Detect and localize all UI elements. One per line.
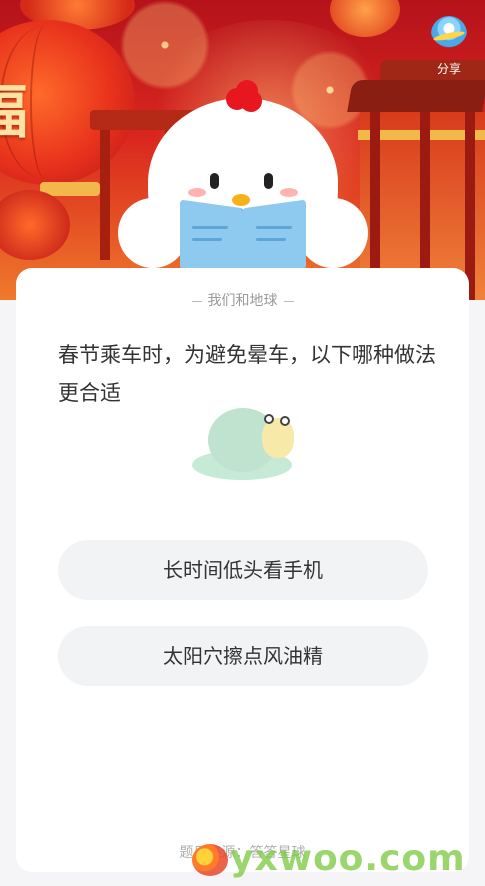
- lantern-lower-decoration: [0, 190, 70, 260]
- divider: [191, 300, 202, 302]
- gate-post: [100, 130, 110, 260]
- pillar: [465, 112, 475, 300]
- snail-icon: [192, 404, 302, 484]
- question-text: 春节乘车时，为避免晕车，以下哪种做法更合适: [58, 343, 436, 405]
- source-label: 我们和地球: [207, 293, 278, 309]
- lantern-small-decoration: [330, 0, 400, 37]
- divider: [283, 300, 294, 302]
- answer-option-1[interactable]: 长时间低头看手机: [58, 540, 428, 600]
- lantern-rib: [30, 26, 60, 179]
- answer-option-2[interactable]: 太阳穴擦点风油精: [58, 626, 428, 686]
- snail-eye: [264, 414, 274, 424]
- fu-character: 福: [0, 65, 28, 149]
- share-label: 分享: [436, 62, 461, 76]
- mascot-blush: [188, 188, 206, 197]
- mascot-eye: [264, 173, 273, 189]
- firework-decoration: [120, 0, 210, 90]
- mascot-comb: [222, 78, 262, 112]
- watermark-logo-icon: [192, 844, 228, 876]
- source-header: 我们和地球: [16, 290, 469, 310]
- site-watermark: yxwoo.com: [192, 838, 482, 882]
- planet-share-icon: [431, 16, 467, 52]
- book-icon: [180, 198, 306, 279]
- share-button[interactable]: 分享: [425, 16, 473, 80]
- chick-mascot: [118, 78, 368, 279]
- watermark-text: yxwoo.com: [230, 838, 466, 879]
- snail-head: [262, 418, 294, 458]
- mascot-eye: [210, 173, 219, 189]
- mascot-blush: [280, 188, 298, 197]
- snail-eye: [280, 416, 290, 426]
- question-card: 我们和地球 春节乘车时，为避免晕车，以下哪种做法更合适 长时间低头看手机 太阳穴…: [16, 268, 469, 872]
- hero-banner: 福: [0, 0, 485, 300]
